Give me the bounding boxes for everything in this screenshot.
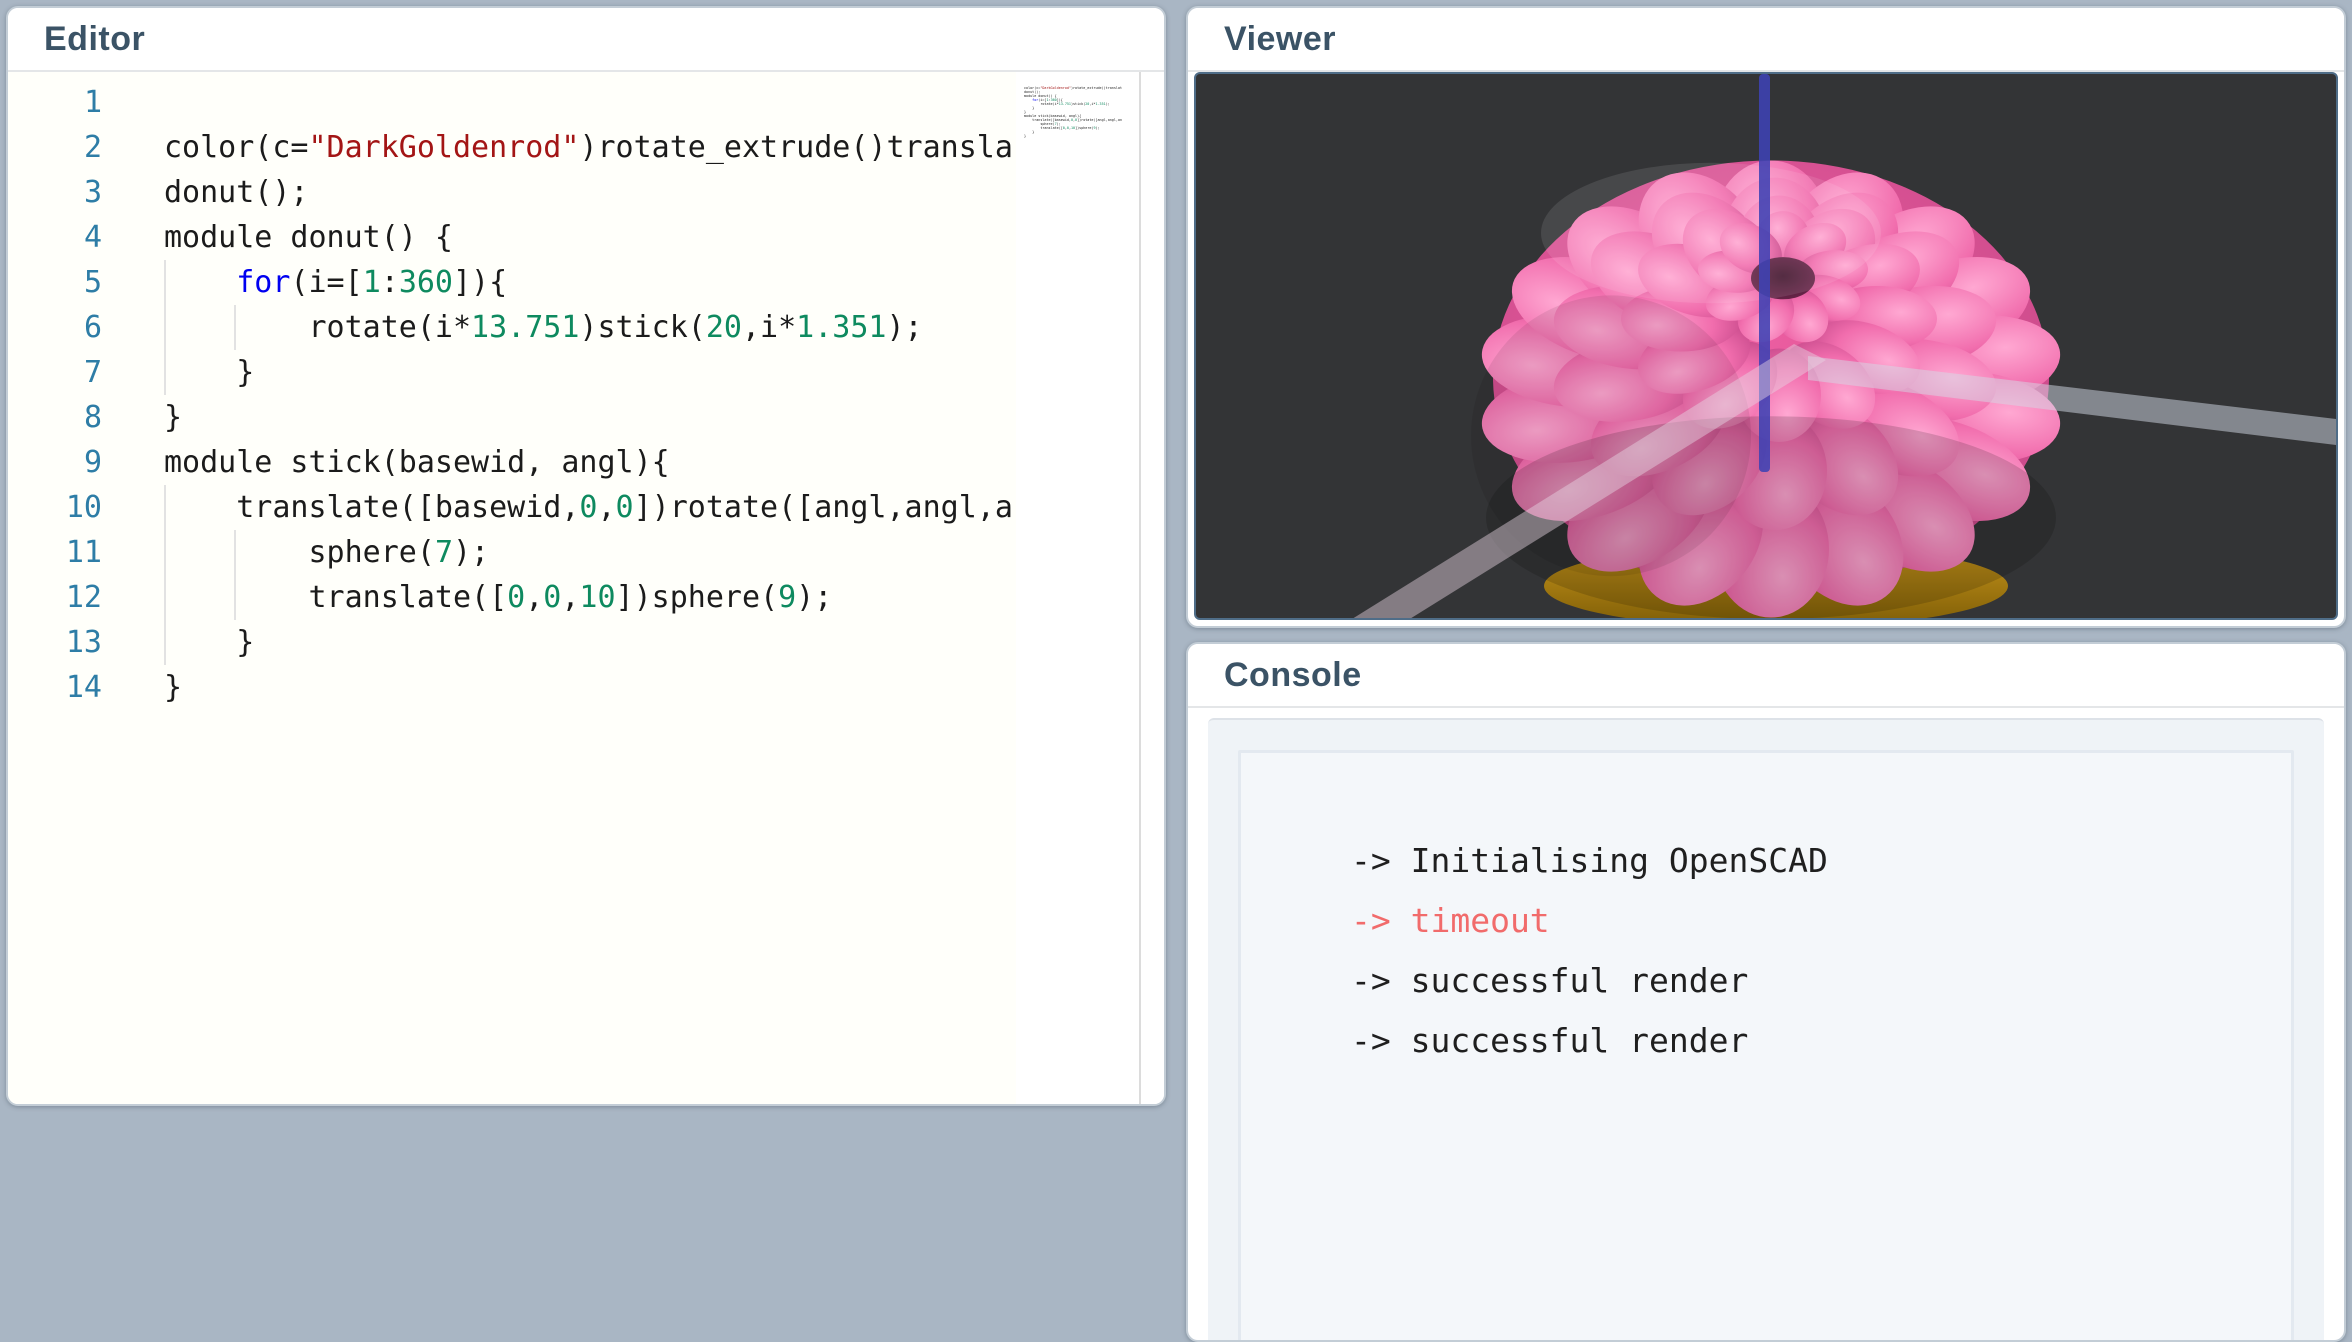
console-header: Console <box>1188 644 2344 708</box>
line-number: 13 <box>8 625 102 660</box>
console-message: -> Initialising OpenSCAD <box>1351 831 2271 891</box>
code-line: 13 } <box>8 620 1012 665</box>
code-line: color(c="DarkGoldenrod")rotate_extrude()… <box>1024 86 1136 90</box>
console-panel: Console -> Initialising OpenSCAD-> timeo… <box>1186 642 2346 1342</box>
viewer-3d-canvas[interactable] <box>1194 72 2338 620</box>
minimap-divider <box>1139 72 1141 1104</box>
line-number: 2 <box>8 130 102 165</box>
code-lines[interactable]: 1 2color(c="DarkGoldenrod")rotate_extrude… <box>8 80 1012 710</box>
line-number: 7 <box>8 355 102 390</box>
minimap-zone: color(c="DarkGoldenrod")rotate_extrude()… <box>1016 72 1164 1104</box>
code-line: 7 } <box>8 350 1012 395</box>
line-number: 5 <box>8 265 102 300</box>
code-editor[interactable]: 12color(c="DarkGoldenrod")rotate_extrude… <box>8 72 1164 1104</box>
code-line: 8} <box>8 395 1012 440</box>
code-line: 3donut(); <box>8 170 1012 215</box>
code-line: 10 translate([basewid,0,0])rotate([angl,… <box>8 485 1012 530</box>
code-line: } <box>1024 134 1136 138</box>
split-gutter-vertical[interactable] <box>1166 0 1186 1057</box>
code-line: 11 sphere(7); <box>8 530 1012 575</box>
editor-title: Editor <box>44 20 145 59</box>
code-line: 9module stick(basewid, angl){ <box>8 440 1012 485</box>
code-line: 6 rotate(i*13.751)stick(20,i*1.351); <box>8 305 1012 350</box>
console-title: Console <box>1224 656 1362 695</box>
console-log[interactable]: -> Initialising OpenSCAD-> timeout-> suc… <box>1238 750 2294 1342</box>
line-number: 1 <box>8 85 102 120</box>
code-line: 4module donut() { <box>8 215 1012 260</box>
viewer-panel: Viewer <box>1186 6 2346 628</box>
code-line: 14} <box>8 665 1012 710</box>
line-number: 3 <box>8 175 102 210</box>
console-message: -> timeout <box>1351 891 2271 951</box>
console-message: -> successful render <box>1351 1011 2271 1071</box>
line-number: 8 <box>8 400 102 435</box>
code-line: 12 translate([0,0,10])sphere(9); <box>8 575 1012 620</box>
viewer-header: Viewer <box>1188 8 2344 72</box>
donut-render <box>1196 74 2336 618</box>
viewer-title: Viewer <box>1224 20 1336 59</box>
line-number: 6 <box>8 310 102 345</box>
editor-header: Editor <box>8 8 1164 72</box>
line-number: 9 <box>8 445 102 480</box>
code-line: 1 <box>8 80 1012 125</box>
line-number: 14 <box>8 670 102 705</box>
console-message: -> successful render <box>1351 951 2271 1011</box>
line-number: 12 <box>8 580 102 615</box>
line-number: 10 <box>8 490 102 525</box>
console-output-area: -> Initialising OpenSCAD-> timeout-> suc… <box>1208 718 2324 1342</box>
split-gutter-horizontal[interactable] <box>1186 628 2346 642</box>
editor-panel: Editor 12color(c="DarkGoldenrod")rotate_… <box>6 6 1166 1106</box>
code-line: 2color(c="DarkGoldenrod")rotate_extrude(… <box>8 125 1012 170</box>
line-number: 4 <box>8 220 102 255</box>
z-axis-line <box>1759 74 1770 472</box>
minimap[interactable]: color(c="DarkGoldenrod")rotate_extrude()… <box>1024 82 1136 138</box>
line-number: 11 <box>8 535 102 570</box>
code-line: 5 for(i=[1:360]){ <box>8 260 1012 305</box>
